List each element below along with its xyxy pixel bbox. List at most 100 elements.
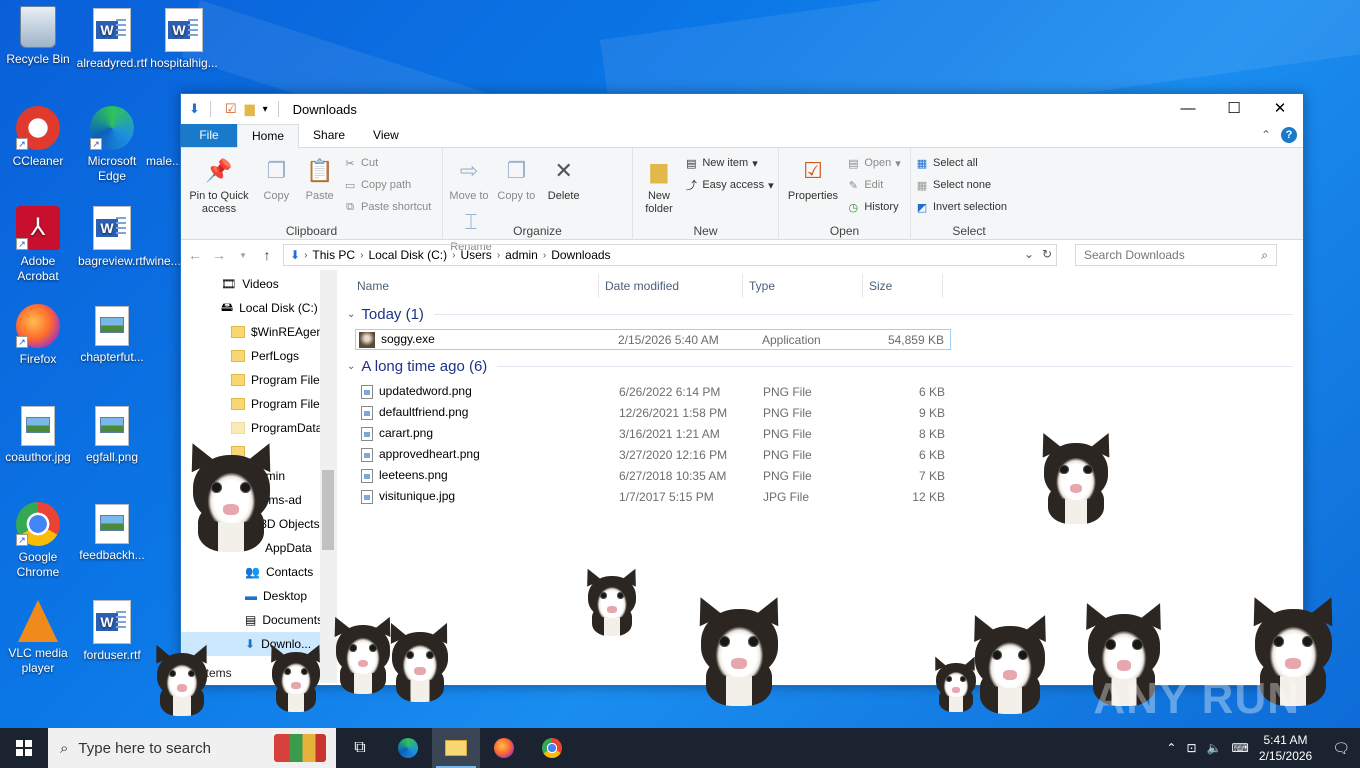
file-row[interactable]: visitunique.jpg 1/7/2017 5:15 PM JPG Fil… xyxy=(355,486,1303,507)
history-button[interactable]: ◷ History xyxy=(846,198,900,216)
tab-share[interactable]: Share xyxy=(299,124,359,147)
task-view-button[interactable]: ⧉ xyxy=(336,728,384,768)
file-row[interactable]: approvedheart.png 3/27/2020 12:16 PM PNG… xyxy=(355,444,1303,465)
file-row[interactable]: updatedword.png 6/26/2022 6:14 PM PNG Fi… xyxy=(355,381,1303,402)
address-dropdown-icon[interactable]: ⌄ xyxy=(1024,247,1034,261)
desktop-icon-recycle-bin[interactable]: Recycle Bin xyxy=(0,6,76,67)
tree-item-videos[interactable]: 🎞 Videos xyxy=(181,272,336,296)
file-row[interactable]: carart.png 3/16/2021 1:21 AM PNG File 8 … xyxy=(355,423,1303,444)
column-header-type[interactable]: Type xyxy=(743,274,863,298)
show-hidden-icons-icon[interactable]: ⌃ xyxy=(1166,741,1176,755)
new-item-button[interactable]: ▤ New item ▾ xyxy=(684,154,773,172)
desktop-icon-chrome[interactable]: ↗ Google Chrome xyxy=(0,502,76,580)
desktop-icon-feedbackh[interactable]: feedbackh... xyxy=(74,502,150,563)
desktop-icon-acrobat[interactable]: ⅄ ↗ Adobe Acrobat xyxy=(0,206,76,284)
help-icon[interactable]: ? xyxy=(1281,127,1297,143)
move-to-button[interactable]: ⇨ Move to xyxy=(449,152,489,203)
file-row[interactable]: defaultfriend.png 12/26/2021 1:58 PM PNG… xyxy=(355,402,1303,423)
properties-button[interactable]: ☑ Properties xyxy=(785,152,841,203)
desktop-icon-edge[interactable]: ↗ Microsoft Edge xyxy=(74,106,150,184)
breadcrumb-users[interactable]: Users xyxy=(455,248,496,262)
tab-file[interactable]: File xyxy=(181,124,237,147)
close-button[interactable]: ✕ xyxy=(1257,94,1303,124)
pin-to-quick-access-button[interactable]: 📌 Pin to Quick access xyxy=(187,152,251,216)
tree-item-program-files[interactable]: Program Files xyxy=(181,368,336,392)
desktop-icon-ccleaner[interactable]: ↗ CCleaner xyxy=(0,106,76,169)
scrollbar-thumb[interactable] xyxy=(322,470,334,550)
breadcrumb-admin[interactable]: admin xyxy=(500,248,543,262)
tab-view[interactable]: View xyxy=(359,124,413,147)
desktop-icon-firefox[interactable]: ↗ Firefox xyxy=(0,304,76,367)
tree-item-local-disk[interactable]: 🖴 Local Disk (C:) xyxy=(181,296,336,320)
desktop-icon-vlc[interactable]: VLC media player xyxy=(0,600,76,676)
new-folder-icon[interactable]: ▆ xyxy=(245,101,255,117)
desktop-icon-chapterfut[interactable]: chapterfut... xyxy=(74,304,150,365)
taskbar-search-box[interactable]: ⌕ Type here to search xyxy=(48,728,336,768)
down-arrow-icon[interactable]: ⬇ xyxy=(189,101,200,117)
properties-check-icon[interactable]: ☑ xyxy=(225,101,237,117)
file-row[interactable]: leeteens.png 6/27/2018 10:35 AM PNG File… xyxy=(355,465,1303,486)
collapse-ribbon-icon[interactable]: ⌃ xyxy=(1261,128,1271,142)
input-method-icon[interactable]: ⌨ xyxy=(1232,741,1249,755)
up-arrow-icon[interactable]: ↑ xyxy=(259,247,275,263)
tree-item-contacts[interactable]: 👥 Contacts xyxy=(181,560,336,584)
column-header-size[interactable]: Size xyxy=(863,274,943,298)
group-header-long-ago[interactable]: ⌄ A long time ago (6) xyxy=(337,354,1303,378)
desktop-icon-egfall[interactable]: egfall.png xyxy=(74,404,150,465)
copy-path-button[interactable]: ▭ Copy path xyxy=(343,176,431,194)
refresh-icon[interactable]: ↻ xyxy=(1042,247,1052,261)
file-row[interactable]: soggy.exe 2/15/2026 5:40 AM Application … xyxy=(355,329,951,350)
breadcrumb-downloads[interactable]: Downloads xyxy=(546,248,615,262)
column-header-name[interactable]: Name xyxy=(337,274,599,298)
desktop-icon-bagreview[interactable]: W bagreview.rtf xyxy=(74,206,150,269)
address-bar[interactable]: ⬇ › This PC › Local Disk (C:) › Users › … xyxy=(283,244,1057,266)
copy-to-button[interactable]: ❐ Copy to xyxy=(496,152,536,203)
open-button[interactable]: ▤ Open ▾ xyxy=(846,154,901,172)
title-bar[interactable]: ⬇ ☑ ▆ ▾ Downloads — ☐ ✕ xyxy=(181,94,1303,124)
tree-item-programdata[interactable]: ProgramData xyxy=(181,416,336,440)
copy-button[interactable]: ❐ Copy xyxy=(258,152,294,203)
taskbar-chrome-button[interactable] xyxy=(528,728,576,768)
paste-shortcut-button[interactable]: ⧉ Paste shortcut xyxy=(343,198,431,216)
taskbar-edge-button[interactable] xyxy=(384,728,432,768)
tree-item-desktop[interactable]: ▬ Desktop xyxy=(181,584,336,608)
paste-button[interactable]: 📋 Paste xyxy=(302,152,338,203)
desktop-icon-alreadyred[interactable]: W alreadyred.rtf xyxy=(74,8,150,71)
desktop-icon-male[interactable]: male... xyxy=(146,106,180,169)
desktop-icon-forduser[interactable]: W forduser.rtf xyxy=(74,600,150,663)
breadcrumb-this-pc[interactable]: This PC xyxy=(307,248,360,262)
select-all-button[interactable]: ▦ Select all xyxy=(915,154,1007,172)
desktop-icon-wine[interactable]: wine... xyxy=(146,206,180,269)
invert-selection-button[interactable]: ◩ Invert selection xyxy=(915,198,1007,216)
maximize-button[interactable]: ☐ xyxy=(1211,94,1257,124)
new-folder-button[interactable]: ▆ New folder xyxy=(639,152,679,216)
taskbar-explorer-button[interactable] xyxy=(432,728,480,768)
network-icon[interactable]: ⊡ xyxy=(1186,741,1196,755)
column-header-date[interactable]: Date modified xyxy=(599,274,743,298)
start-button[interactable] xyxy=(0,728,48,768)
tree-item-perflogs[interactable]: PerfLogs xyxy=(181,344,336,368)
notifications-icon[interactable]: 🗨 xyxy=(1332,740,1350,757)
cut-button[interactable]: ✂ Cut xyxy=(343,154,431,172)
desktop-icon-coauthor[interactable]: coauthor.jpg xyxy=(0,404,76,465)
easy-access-button[interactable]: ⤴ Easy access ▾ xyxy=(684,176,774,194)
forward-arrow-icon[interactable]: → xyxy=(211,247,227,263)
taskbar-firefox-button[interactable] xyxy=(480,728,528,768)
tree-item-winreagent[interactable]: $WinREAgent xyxy=(181,320,336,344)
edit-button[interactable]: ✎ Edit xyxy=(846,176,900,194)
tab-home[interactable]: Home xyxy=(237,124,300,148)
breadcrumb-local-disk[interactable]: Local Disk (C:) xyxy=(363,248,452,262)
tree-item-program-files-x86[interactable]: Program Files xyxy=(181,392,336,416)
search-input[interactable]: Search Downloads ⌕ xyxy=(1075,244,1277,266)
volume-icon[interactable]: 🔈 xyxy=(1207,741,1222,755)
back-arrow-icon[interactable]: ← xyxy=(187,247,203,263)
delete-button[interactable]: ✕ Delete xyxy=(544,152,584,203)
minimize-button[interactable]: — xyxy=(1165,94,1211,124)
customize-dropdown-icon[interactable]: ▾ xyxy=(263,104,268,115)
group-header-today[interactable]: ⌄ Today (1) xyxy=(337,302,1303,326)
recent-dropdown-icon[interactable]: ▾ xyxy=(235,250,251,261)
tree-item-documents[interactable]: ▤ Documents xyxy=(181,608,336,632)
select-none-button[interactable]: ▦ Select none xyxy=(915,176,1007,194)
desktop-icon-hospitalhig[interactable]: W hospitalhig... xyxy=(146,8,222,71)
clock[interactable]: 5:41 AM 2/15/2026 xyxy=(1259,732,1312,764)
